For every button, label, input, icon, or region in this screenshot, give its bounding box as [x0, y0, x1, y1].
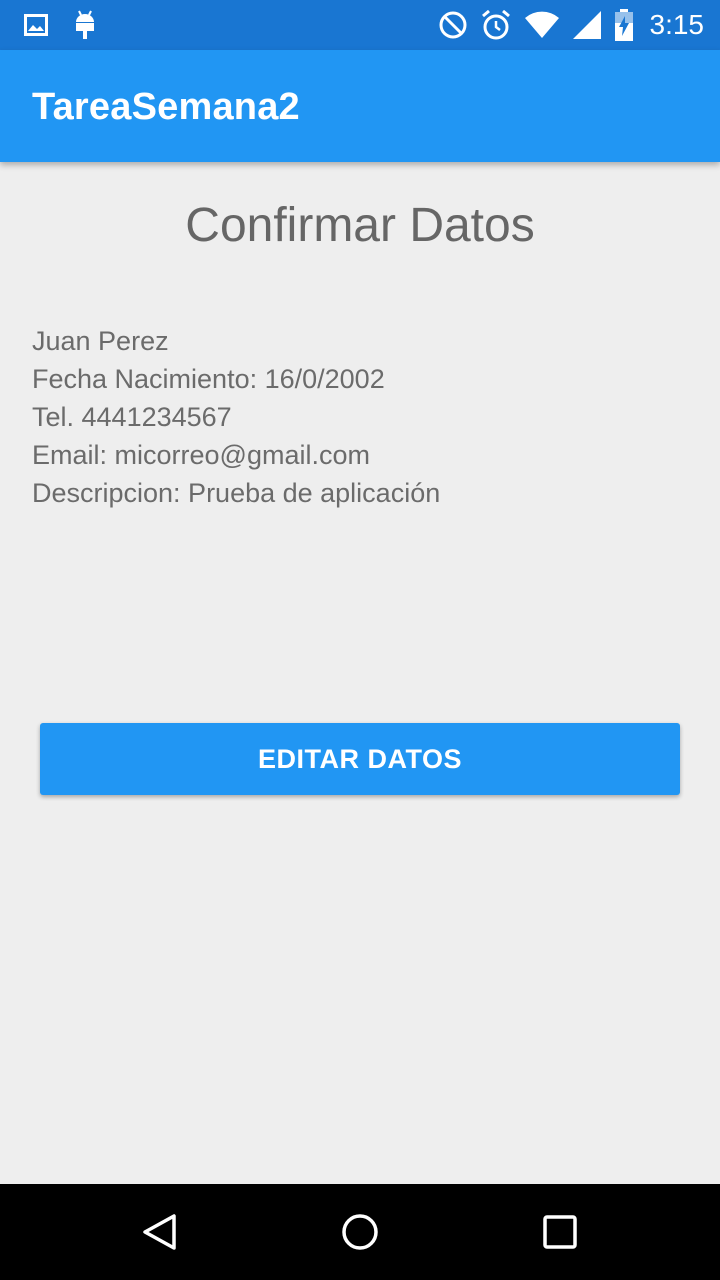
home-icon[interactable]: [340, 1212, 380, 1252]
battery-charging-icon: [614, 9, 634, 41]
name-text: Juan Perez: [32, 326, 169, 356]
alarm-icon: [480, 10, 512, 40]
image-icon: [24, 14, 48, 36]
clock: 3:15: [649, 9, 705, 40]
page-title: Confirmar Datos: [185, 199, 535, 252]
notification-icons: [24, 10, 96, 40]
app-title: TareaSemana2: [32, 86, 300, 128]
edit-data-button-label: EDITAR DATOS: [257, 743, 462, 774]
edit-data-button[interactable]: EDITAR DATOS: [40, 723, 680, 795]
app-bar: TareaSemana2: [0, 50, 720, 162]
do-not-disturb-icon: [438, 10, 468, 40]
contact-details: Juan Perez Fecha Nacimiento: 16/0/2002 T…: [32, 322, 440, 512]
status-bar: 3:15: [0, 0, 720, 50]
android-icon: [74, 10, 96, 40]
wifi-icon: [524, 11, 560, 39]
back-icon[interactable]: [140, 1212, 180, 1252]
recent-apps-icon[interactable]: [540, 1212, 580, 1252]
system-icons: 3:15: [438, 8, 705, 42]
signal-icon: [572, 10, 602, 40]
navigation-bar: [0, 1184, 720, 1280]
email-text: Email: micorreo@gmail.com: [32, 440, 370, 470]
description-text: Descripcion: Prueba de aplicación: [32, 478, 441, 508]
birth-date-text: Fecha Nacimiento: 16/0/2002: [32, 364, 385, 394]
phone-text: Tel. 4441234567: [32, 402, 232, 432]
